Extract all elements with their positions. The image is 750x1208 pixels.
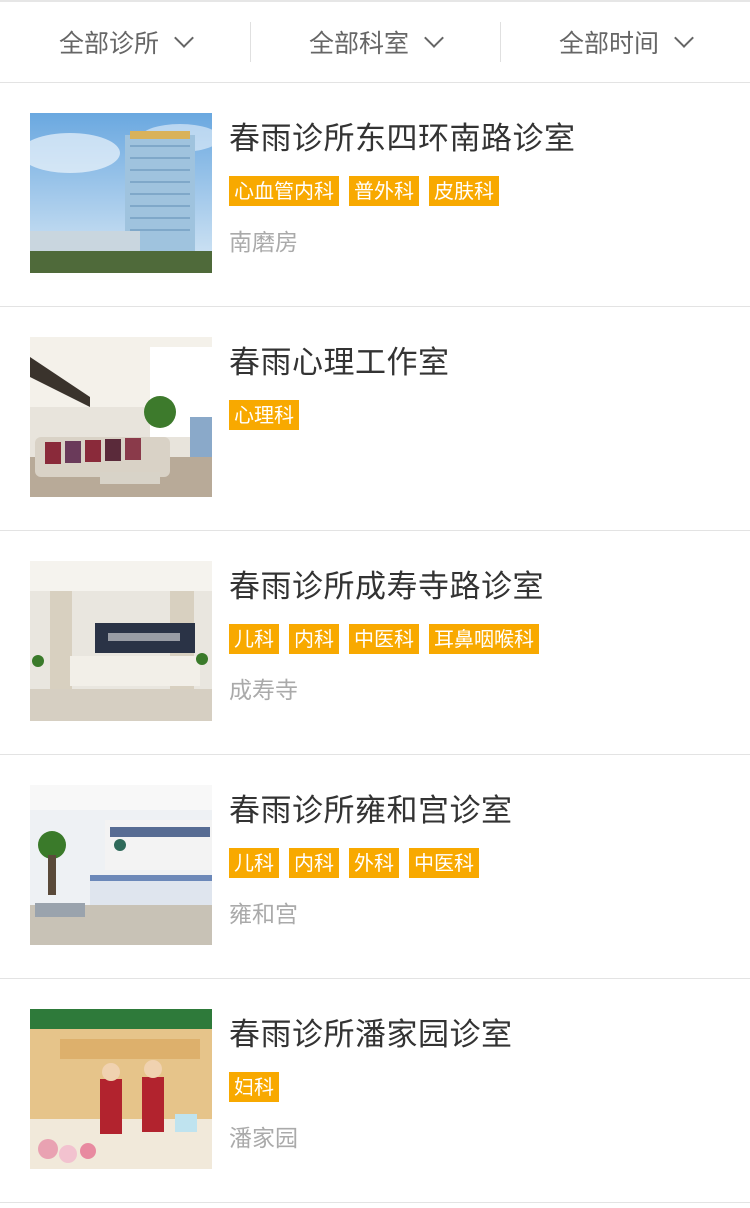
department-tag: 内科 [289, 624, 339, 654]
department-tag: 心理科 [229, 400, 299, 430]
filter-time-label: 全部时间 [558, 29, 659, 58]
department-tags: 妇科 [229, 1072, 279, 1102]
clinic-name: 春雨心理工作室 [229, 345, 450, 381]
clinic-list-item[interactable]: 春雨心理工作室 心理科 [0, 307, 750, 531]
department-tag: 内科 [289, 848, 339, 878]
department-tag: 耳鼻咽喉科 [429, 624, 539, 654]
clinic-name: 春雨诊所成寿寺路诊室 [229, 569, 544, 605]
clinic-name: 春雨诊所东四环南路诊室 [229, 121, 576, 157]
department-tag: 皮肤科 [429, 176, 499, 206]
department-tags: 心血管内科 普外科 皮肤科 [229, 176, 499, 206]
chevron-down-icon [424, 28, 444, 48]
department-tags: 儿科 内科 中医科 耳鼻咽喉科 [229, 624, 539, 654]
department-tag: 儿科 [229, 624, 279, 654]
clinic-photo-reception [30, 561, 212, 721]
clinic-photo-hospital-lobby [30, 785, 212, 945]
filter-department[interactable]: 全部科室 [250, 2, 500, 82]
clinic-location: 成寿寺 [229, 678, 298, 704]
filter-clinic-label: 全部诊所 [58, 29, 159, 58]
department-tags: 心理科 [229, 400, 299, 430]
department-tag: 儿科 [229, 848, 279, 878]
department-tags: 儿科 内科 外科 中医科 [229, 848, 479, 878]
department-tag: 妇科 [229, 1072, 279, 1102]
filter-clinic[interactable]: 全部诊所 [0, 2, 250, 82]
department-tag: 中医科 [349, 624, 419, 654]
clinic-list-item[interactable]: 春雨诊所雍和宫诊室 儿科 内科 外科 中医科 雍和宫 [0, 755, 750, 979]
filter-bar: 全部诊所 全部科室 全部时间 [0, 0, 750, 83]
filter-department-label: 全部科室 [308, 29, 409, 58]
clinic-name: 春雨诊所雍和宫诊室 [229, 793, 513, 829]
clinic-list-item[interactable]: 春雨诊所东四环南路诊室 心血管内科 普外科 皮肤科 南磨房 [0, 83, 750, 307]
filter-time[interactable]: 全部时间 [500, 2, 750, 82]
clinic-list-item[interactable]: 春雨诊所潘家园诊室 妇科 潘家园 [0, 979, 750, 1203]
clinic-list: 春雨诊所东四环南路诊室 心血管内科 普外科 皮肤科 南磨房 春雨心理工作室 心理… [0, 83, 750, 1203]
department-tag: 心血管内科 [229, 176, 339, 206]
department-tag: 普外科 [349, 176, 419, 206]
clinic-photo-lounge [30, 337, 212, 497]
clinic-list-item[interactable]: 春雨诊所成寿寺路诊室 儿科 内科 中医科 耳鼻咽喉科 成寿寺 [0, 531, 750, 755]
department-tag: 外科 [349, 848, 399, 878]
clinic-location: 南磨房 [229, 230, 298, 256]
clinic-location: 雍和宫 [229, 902, 298, 928]
clinic-location: 潘家园 [229, 1126, 298, 1152]
chevron-down-icon [674, 28, 694, 48]
clinic-photo-building [30, 113, 212, 273]
department-tag: 中医科 [409, 848, 479, 878]
clinic-name: 春雨诊所潘家园诊室 [229, 1017, 513, 1053]
chevron-down-icon [174, 28, 194, 48]
clinic-photo-staff-reception [30, 1009, 212, 1169]
